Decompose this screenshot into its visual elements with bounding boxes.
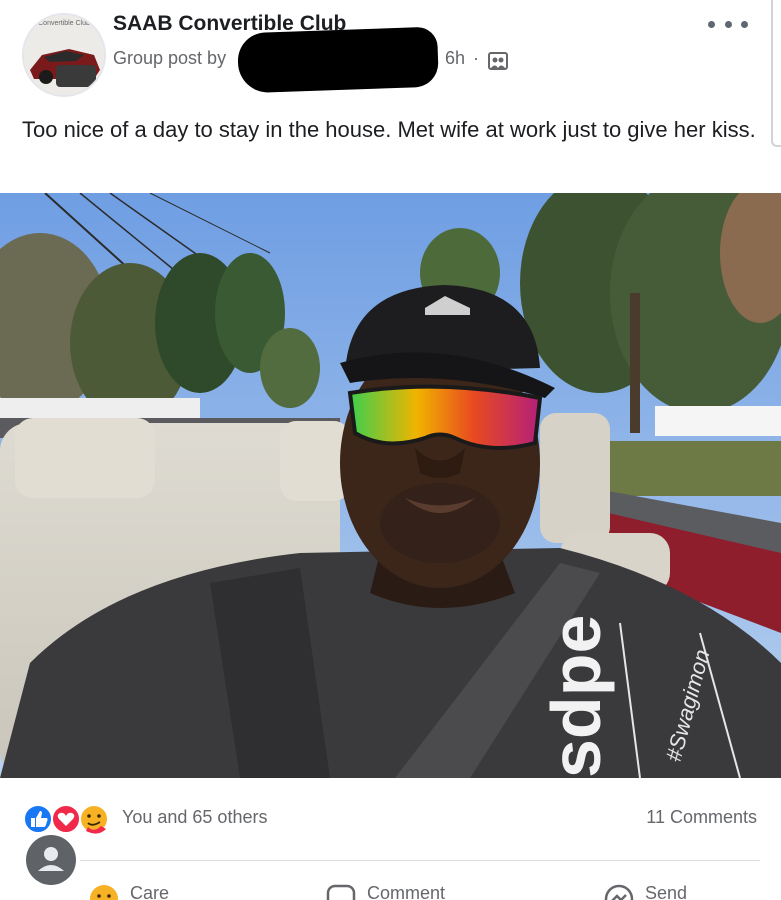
dot-icon [708, 20, 715, 28]
group-photo-icon [488, 52, 508, 70]
posted-by-label: Group post by [113, 48, 227, 68]
care-icon [79, 804, 109, 834]
reaction-icons[interactable] [22, 803, 117, 835]
reactions-summary-row: You and 65 others 11 Comments [0, 795, 781, 840]
comments-count-link[interactable]: 11 Comments [646, 807, 757, 828]
dot-icon [724, 20, 732, 28]
like-icon [23, 804, 53, 834]
post-text: Too nice of a day to stay in the house. … [22, 117, 756, 142]
send-button[interactable]: Send [603, 883, 687, 900]
post-timestamp[interactable]: 6h [445, 48, 465, 69]
shirt-brand-text: sdpe [537, 615, 615, 778]
scrollbar-edge [771, 0, 781, 147]
dot-icon [741, 20, 748, 28]
send-icon [604, 884, 634, 900]
post-action-bar: Care Comment Send [0, 875, 781, 900]
more-options-button[interactable] [708, 12, 748, 36]
love-icon [51, 804, 81, 834]
send-button-label: Send [645, 883, 688, 900]
care-button-label: Care [130, 883, 170, 900]
divider [80, 860, 760, 861]
care-button[interactable]: Care [88, 883, 169, 900]
post-photo[interactable]: sdpe #Swagimon [0, 193, 781, 778]
separator-dot: · [473, 48, 479, 68]
reaction-summary-link[interactable]: You and 65 others [122, 807, 267, 828]
group-avatar[interactable]: Convertible Club [22, 13, 106, 97]
comment-icon [326, 884, 356, 900]
group-avatar-caption: Convertible Club [38, 20, 90, 27]
comment-button-label: Comment [367, 883, 446, 900]
comment-button[interactable]: Comment [325, 883, 445, 900]
post-header: Convertible Club SAAB Convertible Club G… [0, 0, 781, 147]
redacted-author-name [237, 26, 439, 94]
care-icon [90, 885, 118, 900]
